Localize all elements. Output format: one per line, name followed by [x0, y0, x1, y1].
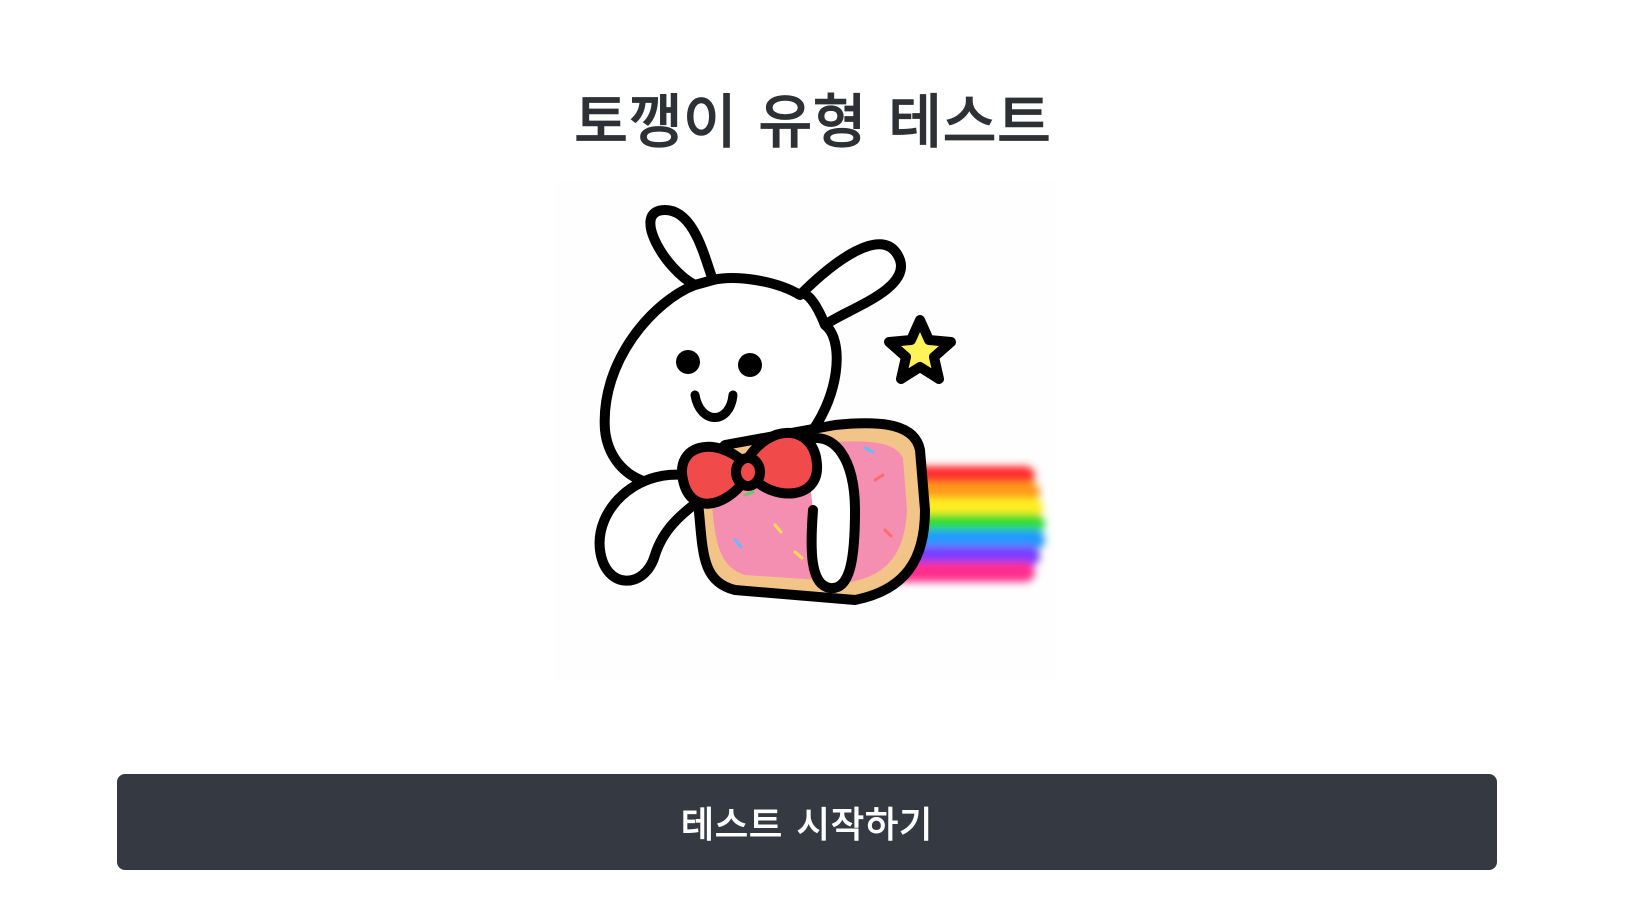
star-icon: [884, 315, 956, 384]
hero-illustration: [555, 180, 1055, 680]
start-test-button[interactable]: 테스트 시작하기: [117, 774, 1497, 870]
page-title: 토깽이 유형 테스트: [574, 88, 1052, 156]
